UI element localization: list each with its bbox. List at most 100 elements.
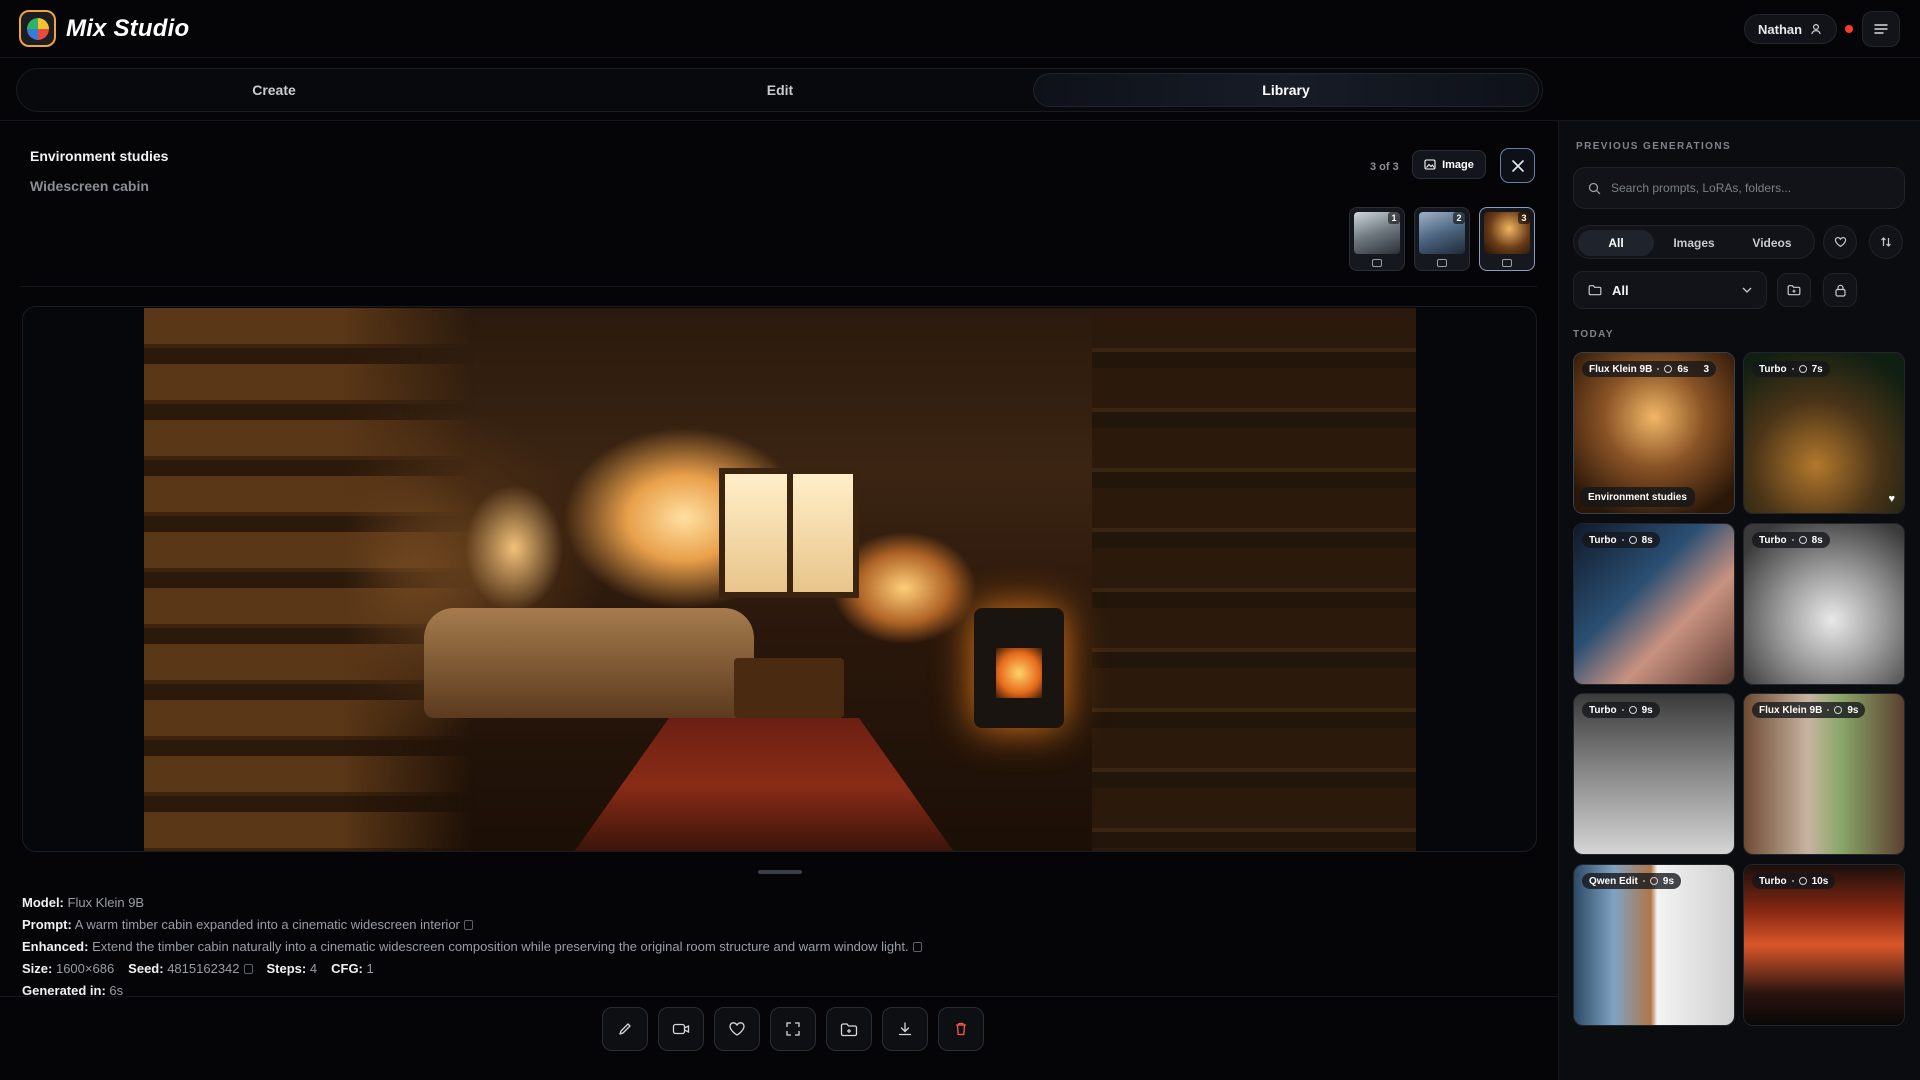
generation-card[interactable]: Turbo 10s bbox=[1743, 864, 1905, 1026]
folder-select-value: All bbox=[1612, 282, 1629, 298]
heart-icon bbox=[729, 1022, 745, 1036]
variant-thumb-3[interactable]: 3 bbox=[1479, 207, 1535, 271]
media-filter: All Images Videos bbox=[1573, 225, 1815, 259]
card-badge: Flux Klein 9B 9s bbox=[1752, 702, 1866, 718]
chevron-down-icon bbox=[1742, 287, 1752, 293]
clock-icon bbox=[1798, 536, 1807, 544]
user-icon bbox=[1811, 23, 1821, 35]
card-model: Turbo bbox=[1589, 704, 1617, 716]
fullscreen-button[interactable] bbox=[770, 1007, 816, 1051]
close-icon bbox=[1511, 159, 1524, 172]
model-value: Flux Klein 9B bbox=[67, 895, 145, 910]
search-input[interactable]: Search prompts, LoRAs, folders... bbox=[1573, 167, 1905, 209]
prompt-label: Prompt: bbox=[22, 917, 72, 932]
copy-icon[interactable] bbox=[912, 942, 922, 952]
image-viewer[interactable] bbox=[22, 306, 1537, 852]
pencil-icon bbox=[619, 1023, 631, 1035]
clock-icon bbox=[1628, 706, 1637, 714]
generation-card[interactable]: Turbo 9s bbox=[1573, 693, 1735, 855]
cfg-label: CFG: bbox=[331, 961, 363, 976]
close-viewer-button[interactable] bbox=[1500, 148, 1535, 183]
generation-card[interactable]: Turbo 8s bbox=[1743, 523, 1905, 685]
card-model: Flux Klein 9B bbox=[1759, 704, 1823, 716]
sidebar-title: PREVIOUS GENERATIONS bbox=[1576, 141, 1732, 152]
generation-card[interactable]: Flux Klein 9B 9s bbox=[1743, 693, 1905, 855]
filter-all[interactable]: All bbox=[1578, 230, 1654, 256]
generation-card[interactable]: Flux Klein 9B 6s 3 Environment studies bbox=[1573, 352, 1735, 514]
card-badge: Turbo 9s bbox=[1582, 702, 1660, 718]
generation-card[interactable]: Qwen Edit 9s bbox=[1573, 864, 1735, 1026]
clock-icon bbox=[1798, 365, 1807, 373]
clock-icon bbox=[1834, 706, 1843, 714]
logo-cube-icon bbox=[26, 17, 49, 40]
steps-value: 4 bbox=[309, 961, 318, 976]
card-model: Turbo bbox=[1759, 363, 1787, 375]
card-caption: Environment studies bbox=[1580, 487, 1695, 507]
favorite-heart-icon: ♥ bbox=[1888, 493, 1895, 505]
app-logo[interactable] bbox=[19, 10, 56, 47]
lock-icon bbox=[1834, 284, 1846, 297]
card-model: Flux Klein 9B bbox=[1589, 363, 1653, 375]
card-image bbox=[1574, 524, 1734, 684]
download-button[interactable] bbox=[882, 1007, 928, 1051]
seed-label: Seed: bbox=[128, 961, 164, 976]
user-name: Nathan bbox=[1758, 21, 1803, 37]
tab-create[interactable]: Create bbox=[21, 73, 527, 107]
search-icon bbox=[1588, 182, 1601, 194]
card-image bbox=[1744, 865, 1904, 1025]
image-icon bbox=[1502, 259, 1512, 267]
copy-icon[interactable] bbox=[463, 920, 473, 930]
card-badge: Turbo 7s bbox=[1752, 361, 1830, 377]
clock-icon bbox=[1628, 536, 1637, 544]
item-counter: 3 of 3 bbox=[1370, 161, 1399, 173]
card-count: 3 bbox=[1703, 363, 1710, 375]
actions-divider bbox=[0, 996, 1558, 997]
video-icon bbox=[672, 1023, 690, 1035]
tab-library[interactable]: Library bbox=[1033, 73, 1539, 107]
image-icon bbox=[1437, 259, 1447, 267]
enhanced-value: Extend the timber cabin naturally into a… bbox=[92, 939, 909, 954]
thumb-number: 2 bbox=[1453, 212, 1465, 224]
filter-videos[interactable]: Videos bbox=[1734, 230, 1810, 256]
card-time: 6s bbox=[1677, 363, 1689, 375]
favorite-button[interactable] bbox=[714, 1007, 760, 1051]
menu-button[interactable] bbox=[1862, 11, 1900, 47]
expand-icon bbox=[786, 1022, 800, 1036]
new-folder-button[interactable] bbox=[1777, 273, 1811, 307]
top-bar: Mix Studio Nathan bbox=[0, 0, 1920, 58]
size-value: 1600×686 bbox=[55, 961, 115, 976]
media-type-label: Image bbox=[1442, 158, 1474, 171]
sort-icon bbox=[1881, 237, 1891, 247]
generation-card[interactable]: Turbo 7s ♥ bbox=[1743, 352, 1905, 514]
generation-card[interactable]: Turbo 8s bbox=[1573, 523, 1735, 685]
user-button[interactable]: Nathan bbox=[1744, 14, 1837, 44]
brand-name: Mix Studio bbox=[66, 15, 190, 42]
image-icon bbox=[1424, 159, 1436, 170]
tab-edit[interactable]: Edit bbox=[527, 73, 1033, 107]
animate-button[interactable] bbox=[658, 1007, 704, 1051]
resize-handle[interactable] bbox=[758, 870, 802, 874]
delete-button[interactable] bbox=[938, 1007, 984, 1051]
card-time: 9s bbox=[1641, 704, 1653, 716]
mode-tabs: Create Edit Library bbox=[16, 68, 1543, 112]
clock-icon bbox=[1664, 365, 1673, 373]
media-type-button[interactable]: Image bbox=[1412, 150, 1486, 179]
lock-button[interactable] bbox=[1823, 273, 1857, 307]
card-image bbox=[1744, 694, 1904, 854]
favorites-filter-button[interactable] bbox=[1823, 225, 1857, 259]
folder-select[interactable]: All bbox=[1573, 271, 1767, 309]
card-image bbox=[1574, 694, 1734, 854]
copy-icon[interactable] bbox=[243, 964, 253, 974]
variant-thumb-1[interactable]: 1 bbox=[1349, 207, 1405, 271]
edit-button[interactable] bbox=[602, 1007, 648, 1051]
card-time: 9s bbox=[1847, 704, 1859, 716]
seed-value: 4815162342 bbox=[167, 961, 240, 976]
filter-images[interactable]: Images bbox=[1656, 230, 1732, 256]
clock-icon bbox=[1798, 877, 1807, 885]
sort-button[interactable] bbox=[1869, 225, 1903, 259]
menu-icon bbox=[1874, 24, 1888, 34]
variant-thumb-2[interactable]: 2 bbox=[1414, 207, 1470, 271]
card-time: 8s bbox=[1641, 534, 1653, 546]
generations-sidebar: PREVIOUS GENERATIONS Search prompts, LoR… bbox=[1558, 121, 1920, 1080]
move-to-folder-button[interactable] bbox=[826, 1007, 872, 1051]
